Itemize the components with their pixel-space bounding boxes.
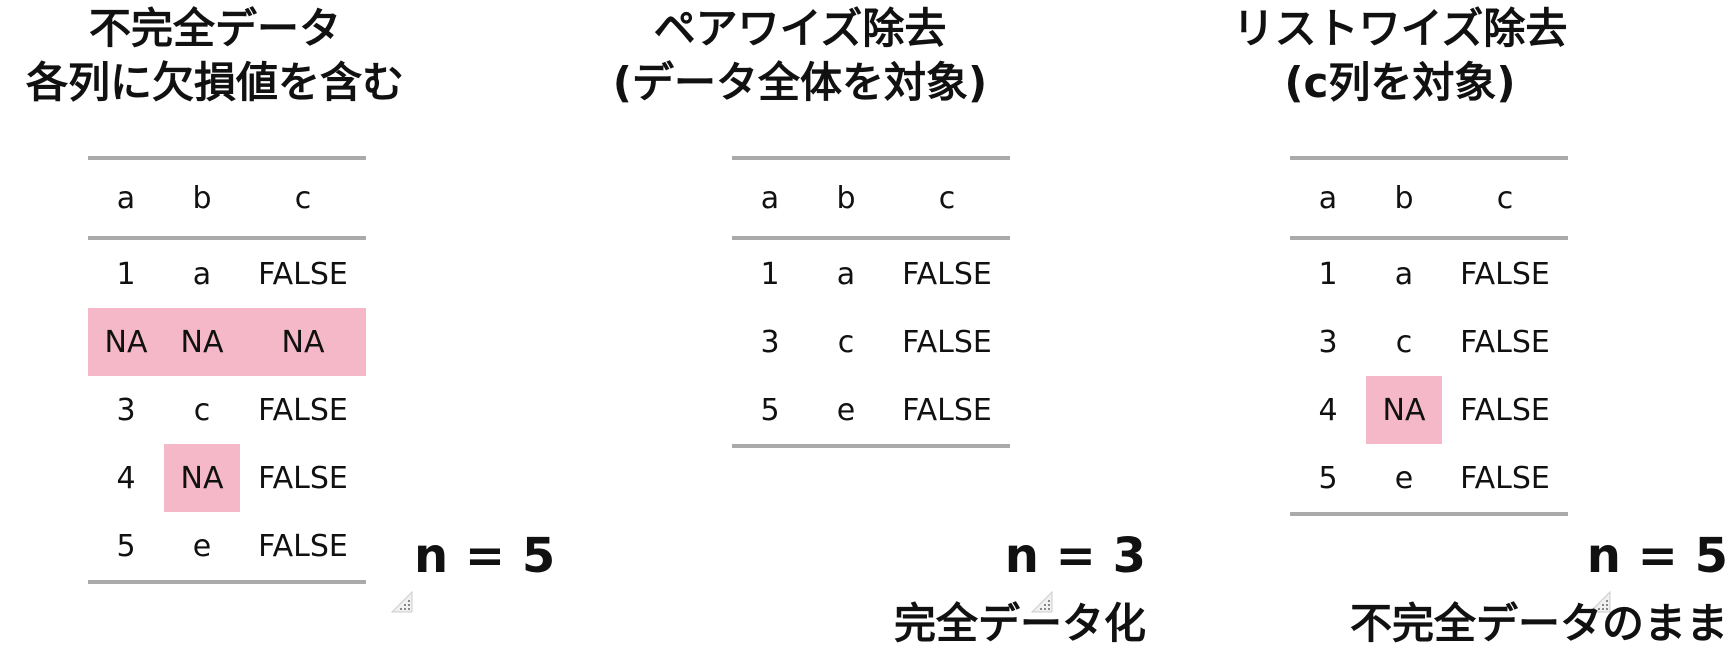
table-cell: 5 xyxy=(1318,460,1338,496)
column-header-2: c xyxy=(240,158,366,240)
table-cell: NA xyxy=(164,444,240,512)
table-cell: 5 xyxy=(760,392,780,428)
table-row: 3 c FALSE xyxy=(732,308,1010,376)
data-table: abc 1 a FALSE NA NA NA 3 c FALSE 4 NA FALSE 5 e FALSE xyxy=(88,156,366,584)
table-cell: FALSE xyxy=(258,256,348,292)
table-row: NA NA NA xyxy=(88,308,366,376)
data-table: abc 1 a FALSE 3 c FALSE 5 e FALSE xyxy=(732,156,1010,448)
table-cell: 1 xyxy=(760,256,780,292)
subtitle: 不完全データのまま xyxy=(1349,599,1728,648)
table-cell: e xyxy=(192,528,212,564)
table-cell: e xyxy=(836,392,856,428)
table-cell: 5 xyxy=(116,528,136,564)
title-line-1: リストワイズ除去 xyxy=(1232,4,1568,53)
table-cell: a xyxy=(836,256,856,292)
panel-listwise: リストワイズ除去 (c列を対象) abc 1 a FALSE 3 c FALSE 4 NA FA… xyxy=(1150,0,1730,648)
table-row: 1 a FALSE xyxy=(88,238,366,308)
panel-title: リストワイズ除去 (c列を対象) xyxy=(1210,2,1590,110)
table-cell: 4 xyxy=(1318,392,1338,428)
table-cell: FALSE xyxy=(1460,256,1550,292)
table-row: 4 NA FALSE xyxy=(88,444,366,512)
n-label: n = 3 xyxy=(1004,528,1146,584)
table-cell: FALSE xyxy=(1460,460,1550,496)
table-cell: NA xyxy=(164,308,240,376)
panel-title: ペアワイズ除去 (データ全体を対象) xyxy=(600,2,1000,110)
n-label: n = 5 xyxy=(414,528,556,584)
table-cell: FALSE xyxy=(258,460,348,496)
table-cell: 3 xyxy=(1318,324,1338,360)
table-cell: NA xyxy=(1366,376,1442,444)
table-cell: c xyxy=(193,392,211,428)
table-cell: 4 xyxy=(116,460,136,496)
title-line-1: ペアワイズ除去 xyxy=(653,4,947,53)
panel-incomplete: 不完全データ 各列に欠損値を含む abc 1 a FALSE NA NA NA 3 c FALS… xyxy=(0,0,560,646)
table-cell: FALSE xyxy=(1460,324,1550,360)
title-line-2: (c列を対象) xyxy=(1284,58,1516,107)
table-cell: 3 xyxy=(116,392,136,428)
table-cell: 1 xyxy=(116,256,136,292)
table-cell: e xyxy=(1394,460,1414,496)
column-header-2: c xyxy=(1442,158,1568,240)
table-cell: FALSE xyxy=(902,324,992,360)
table-row: 4 NA FALSE xyxy=(1290,376,1568,444)
column-header-0: a xyxy=(1290,158,1366,240)
column-header-0: a xyxy=(88,158,164,240)
column-header-1: b xyxy=(808,158,884,240)
title-line-1: 不完全データ xyxy=(88,4,341,53)
column-header-1: b xyxy=(1366,158,1442,240)
table-row: 5 e FALSE xyxy=(1290,444,1568,514)
table-cell: 1 xyxy=(1318,256,1338,292)
table-cell: FALSE xyxy=(902,392,992,428)
header-row: abc xyxy=(1290,158,1568,240)
table-cell: NA xyxy=(240,308,366,376)
table-cell: a xyxy=(1394,256,1414,292)
table-cell: FALSE xyxy=(258,528,348,564)
table-cell: FALSE xyxy=(258,392,348,428)
table-row: 5 e FALSE xyxy=(732,376,1010,446)
n-label: n = 5 xyxy=(1586,528,1728,584)
subtitle: 完全データ化 xyxy=(893,599,1146,648)
table-row: 1 a FALSE xyxy=(1290,238,1568,308)
table-row: 5 e FALSE xyxy=(88,512,366,582)
title-line-2: 各列に欠損値を含む xyxy=(25,58,404,107)
panel-title: 不完全データ 各列に欠損値を含む xyxy=(0,2,430,110)
table-cell: c xyxy=(1395,324,1413,360)
table-cell: NA xyxy=(88,308,164,376)
column-header-1: b xyxy=(164,158,240,240)
table-cell: c xyxy=(837,324,855,360)
header-row: abc xyxy=(732,158,1010,240)
table-cell: 3 xyxy=(760,324,780,360)
header-row: abc xyxy=(88,158,366,240)
table-row: 1 a FALSE xyxy=(732,238,1010,308)
data-table: abc 1 a FALSE 3 c FALSE 4 NA FALSE 5 e FALSE xyxy=(1290,156,1568,516)
table-cell: FALSE xyxy=(1460,392,1550,428)
table-cell: FALSE xyxy=(902,256,992,292)
column-header-0: a xyxy=(732,158,808,240)
title-line-2: (データ全体を対象) xyxy=(612,58,988,107)
panel-pairwise: ペアワイズ除去 (データ全体を対象) abc 1 a FALSE 3 c FALSE 5 e F… xyxy=(560,0,1150,648)
resize-handle-icon[interactable] xyxy=(390,590,414,614)
table-cell: a xyxy=(192,256,212,292)
column-header-2: c xyxy=(884,158,1010,240)
table-row: 3 c FALSE xyxy=(1290,308,1568,376)
table-row: 3 c FALSE xyxy=(88,376,366,444)
